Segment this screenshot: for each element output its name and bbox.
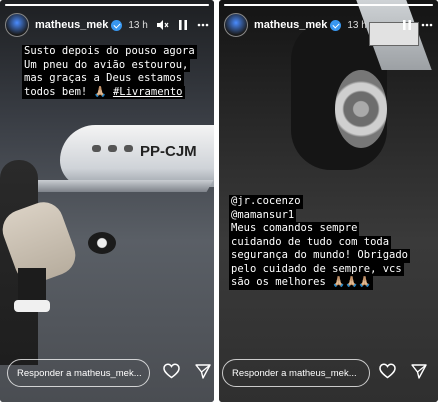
story-progress-fill [224,4,433,6]
caption-line: cuidando de tudo com toda [229,235,392,249]
story-header: matheus_mek 13 h [5,12,209,38]
post-time: 13 h [128,19,148,31]
person-shoes [14,300,50,312]
more-icon[interactable] [421,23,433,27]
caption-line: segurança do mundo! Obrigado [229,249,411,263]
pause-icon[interactable] [178,19,188,31]
caption-line-with-hashtag: todos bem! 🙏🏼 #Livramento [22,85,185,99]
caption-text: todos bem! 🙏🏼 [24,85,107,98]
wheel-hub [335,70,387,148]
reply-input[interactable]: Responder a matheus_mek... [222,359,370,387]
story-progress-bar [5,4,209,6]
verified-badge-icon [111,19,123,31]
airplane-wheel [88,232,116,254]
caption-line: Um pneu do avião estourou, [22,58,191,72]
caption-line: mas graças a Deus estamos [22,72,185,86]
send-icon[interactable] [195,363,211,379]
username[interactable]: matheus_mek [254,19,327,31]
avatar[interactable] [224,13,248,37]
caption-line: pelo cuidado de sempre, vcs [229,262,404,276]
story-caption: @jr.cocenzo @mamansur1 Meus comandos sem… [229,195,411,290]
hashtag-link[interactable]: #Livramento [113,86,183,98]
mention-link[interactable]: @jr.cocenzo [229,195,303,209]
caption-line: Susto depois do pouso agora [22,45,197,59]
story-progress-bar [224,4,433,6]
story-right[interactable]: matheus_mek 13 h @jr.cocenzo @mamansur1 … [219,0,438,402]
post-time: 13 h [347,19,367,31]
heart-icon[interactable] [379,363,396,379]
story-progress-fill [5,4,209,6]
aircraft-registration: PP-CJM [140,143,197,160]
verified-badge-icon [330,19,342,31]
story-caption: Susto depois do pouso agora Um pneu do a… [22,45,197,99]
airplane-window [92,145,101,152]
reply-input[interactable]: Responder a matheus_mek... [7,359,150,387]
avatar[interactable] [5,13,29,37]
pause-icon[interactable] [402,19,412,31]
username[interactable]: matheus_mek [35,19,108,31]
caption-line: são os melhores 🙏🏼🙏🏼🙏🏼 [229,276,374,290]
send-icon[interactable] [411,363,427,379]
airplane-window [108,145,117,152]
story-left[interactable]: PP-CJM matheus_mek 13 h Susto depois do … [0,0,214,402]
heart-icon[interactable] [163,363,180,379]
airplane-window [124,145,133,152]
caption-line: Meus comandos sempre [229,222,360,236]
mention-link[interactable]: @mamansur1 [229,208,297,222]
more-icon[interactable] [197,23,209,27]
airplane-wing [26,180,214,192]
mute-icon[interactable] [156,19,169,31]
story-header: matheus_mek 13 h [224,12,433,38]
